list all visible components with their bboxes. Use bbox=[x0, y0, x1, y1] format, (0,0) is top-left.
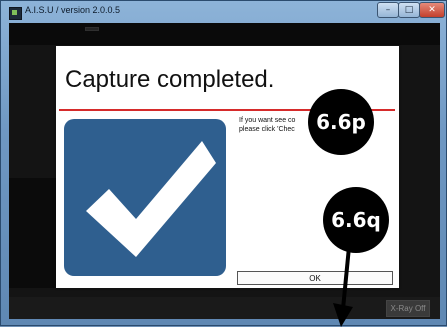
ok-button[interactable]: OK bbox=[237, 271, 393, 285]
close-button[interactable]: ✕ bbox=[419, 2, 445, 18]
app-top-bar bbox=[9, 23, 440, 45]
top-menu-item[interactable] bbox=[85, 27, 99, 31]
log-panel bbox=[9, 178, 59, 288]
window-title: A.I.S.U / version 2.0.0.5 bbox=[25, 5, 121, 15]
annotation-callout-6-6q: 6.6q bbox=[323, 187, 389, 253]
minimize-button[interactable]: – bbox=[377, 2, 399, 18]
application-window: A.I.S.U / version 2.0.0.5 – □ ✕ X-Ray Of… bbox=[0, 0, 447, 327]
checkmark-glyph bbox=[86, 141, 216, 257]
maximize-button[interactable]: □ bbox=[398, 2, 420, 18]
checkmark-icon bbox=[64, 119, 226, 276]
status-bar: X-Ray Off bbox=[9, 297, 440, 319]
dialog-title: Capture completed. bbox=[65, 66, 275, 93]
annotation-callout-6-6p: 6.6p bbox=[308, 89, 374, 155]
xray-toggle-button[interactable]: X-Ray Off bbox=[386, 300, 430, 317]
app-icon bbox=[9, 7, 22, 20]
title-bar: A.I.S.U / version 2.0.0.5 – □ ✕ bbox=[1, 1, 446, 23]
annotation-arrow bbox=[333, 247, 353, 327]
